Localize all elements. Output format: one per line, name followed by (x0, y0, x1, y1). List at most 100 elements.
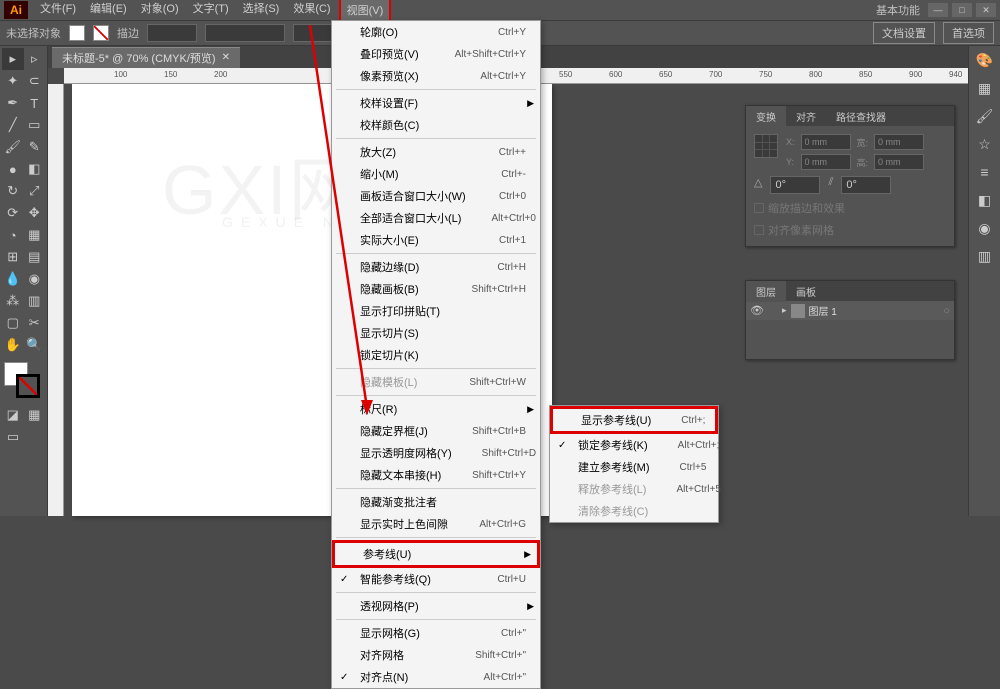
zoom-tool[interactable]: 🔍 (24, 334, 46, 356)
menu-item[interactable]: ✓对齐点(N)Alt+Ctrl+" (332, 666, 540, 688)
menu-0[interactable]: 文件(F) (34, 0, 82, 22)
menu-item[interactable]: 参考线(U)▶ (332, 540, 540, 568)
reference-point-selector[interactable] (754, 134, 778, 158)
graph-tool[interactable]: ▥ (24, 290, 46, 312)
graphic-styles-icon[interactable]: ◧ (975, 190, 995, 210)
menu-item[interactable]: 画板适合窗口大小(W)Ctrl+0 (332, 185, 540, 207)
menu-3[interactable]: 文字(T) (187, 0, 235, 22)
brushes-panel-icon[interactable]: 🖌 (975, 106, 995, 126)
menu-4[interactable]: 选择(S) (237, 0, 286, 22)
menu-item[interactable]: 隐藏渐变批注者 (332, 491, 540, 513)
line-tool[interactable]: ╱ (2, 114, 24, 136)
brush-dropdown[interactable] (205, 24, 285, 42)
menu-item[interactable]: 显示透明度网格(Y)Shift+Ctrl+D (332, 442, 540, 464)
eyedropper-tool[interactable]: 💧 (2, 268, 24, 290)
type-tool[interactable]: T (24, 92, 46, 114)
menu-item[interactable]: 隐藏画板(B)Shift+Ctrl+H (332, 278, 540, 300)
color-mode-icon[interactable]: ◪ (2, 404, 24, 426)
menu-item[interactable]: 显示网格(G)Ctrl+" (332, 622, 540, 644)
symbol-sprayer-tool[interactable]: ⁂ (2, 290, 24, 312)
direct-selection-tool[interactable]: ▹ (24, 48, 46, 70)
free-transform-tool[interactable]: ✥ (24, 202, 46, 224)
hand-tool[interactable]: ✋ (2, 334, 24, 356)
slice-tool[interactable]: ✂ (24, 312, 46, 334)
eraser-tool[interactable]: ◧ (24, 158, 46, 180)
height-input[interactable] (874, 154, 924, 170)
menu-item[interactable]: 显示切片(S) (332, 322, 540, 344)
menu-item[interactable]: ✓智能参考线(Q)Ctrl+U (332, 568, 540, 590)
width-tool[interactable]: ⟳ (2, 202, 24, 224)
transparency-panel-icon[interactable]: ▥ (975, 246, 995, 266)
artboards-tab[interactable]: 画板 (786, 281, 826, 302)
minimize-button[interactable]: — (928, 3, 948, 17)
stroke-weight-input[interactable] (147, 24, 197, 42)
pathfinder-tab[interactable]: 路径查找器 (826, 106, 896, 127)
vertical-ruler[interactable] (48, 84, 64, 516)
menu-item[interactable]: 显示打印拼贴(T) (332, 300, 540, 322)
menu-item[interactable]: 缩小(M)Ctrl+- (332, 163, 540, 185)
maximize-button[interactable]: □ (952, 3, 972, 17)
menu-item[interactable]: 对齐网格Shift+Ctrl+" (332, 644, 540, 666)
shear-input[interactable] (841, 176, 891, 194)
x-input[interactable] (801, 134, 851, 150)
gradient-tool[interactable]: ▤ (24, 246, 46, 268)
stroke-panel-icon[interactable]: ≡ (975, 162, 995, 182)
perspective-tool[interactable]: ▦ (24, 224, 46, 246)
blob-brush-tool[interactable]: ● (2, 158, 24, 180)
menu-item[interactable]: 隐藏定界框(J)Shift+Ctrl+B (332, 420, 540, 442)
visibility-icon[interactable]: 👁 (750, 304, 768, 317)
swatches-panel-icon[interactable]: ▦ (975, 78, 995, 98)
menu-item[interactable]: 标尺(R)▶ (332, 398, 540, 420)
scale-strokes-checkbox[interactable] (754, 203, 764, 213)
y-input[interactable] (801, 154, 851, 170)
menu-item[interactable]: 放大(Z)Ctrl++ (332, 141, 540, 163)
menu-6[interactable]: 视图(V) (339, 0, 392, 22)
selection-tool[interactable]: ▸ (2, 48, 24, 70)
fill-swatch[interactable] (69, 25, 85, 41)
rectangle-tool[interactable]: ▭ (24, 114, 46, 136)
shape-builder-tool[interactable]: ◔ (2, 224, 24, 246)
rotate-tool[interactable]: ↻ (2, 180, 24, 202)
menu-item[interactable]: 隐藏边缘(D)Ctrl+H (332, 256, 540, 278)
align-tab[interactable]: 对齐 (786, 106, 826, 127)
document-tab[interactable]: 未标题-5* @ 70% (CMYK/预览) ✕ (52, 47, 240, 68)
symbols-panel-icon[interactable]: ☆ (975, 134, 995, 154)
layer-row[interactable]: 👁 ▸ 图层 1 ○ (746, 301, 954, 320)
align-pixel-checkbox[interactable] (754, 225, 764, 235)
preferences-button[interactable]: 首选项 (943, 22, 994, 44)
menu-item[interactable]: 隐藏文本串接(H)Shift+Ctrl+Y (332, 464, 540, 486)
fill-stroke-indicator[interactable] (2, 360, 42, 400)
gradient-mode-icon[interactable]: ▦ (24, 404, 46, 426)
pencil-tool[interactable]: ✎ (24, 136, 46, 158)
appearance-panel-icon[interactable]: ◉ (975, 218, 995, 238)
pen-tool[interactable]: ✒ (2, 92, 24, 114)
artboard-tool[interactable]: ▢ (2, 312, 24, 334)
menu-item[interactable]: 校样颜色(C) (332, 114, 540, 136)
rotate-input[interactable] (770, 176, 820, 194)
mesh-tool[interactable]: ⊞ (2, 246, 24, 268)
close-tab-icon[interactable]: ✕ (222, 52, 230, 63)
workspace-label[interactable]: 基本功能 (876, 2, 920, 18)
menu-1[interactable]: 编辑(E) (84, 0, 133, 22)
scale-tool[interactable]: ⤢ (24, 180, 46, 202)
close-button[interactable]: ✕ (976, 3, 996, 17)
document-setup-button[interactable]: 文档设置 (873, 22, 935, 44)
menu-item[interactable]: 建立参考线(M)Ctrl+5 (550, 456, 718, 478)
magic-wand-tool[interactable]: ✦ (2, 70, 24, 92)
transform-tab[interactable]: 变换 (746, 106, 786, 127)
layers-tab[interactable]: 图层 (746, 281, 786, 302)
menu-item[interactable]: 全部适合窗口大小(L)Alt+Ctrl+0 (332, 207, 540, 229)
color-panel-icon[interactable]: 🎨 (975, 50, 995, 70)
screen-mode-icon[interactable]: ▭ (2, 426, 24, 448)
menu-item[interactable]: 叠印预览(V)Alt+Shift+Ctrl+Y (332, 43, 540, 65)
menu-item[interactable]: 轮廓(O)Ctrl+Y (332, 21, 540, 43)
lasso-tool[interactable]: ⊂ (24, 70, 46, 92)
stroke-swatch[interactable] (93, 25, 109, 41)
menu-2[interactable]: 对象(O) (135, 0, 185, 22)
menu-item[interactable]: 锁定切片(K) (332, 344, 540, 366)
menu-item[interactable]: 透视网格(P)▶ (332, 595, 540, 617)
menu-item[interactable]: 实际大小(E)Ctrl+1 (332, 229, 540, 251)
menu-5[interactable]: 效果(C) (287, 0, 336, 22)
paintbrush-tool[interactable]: 🖌 (2, 136, 24, 158)
menu-item[interactable]: 校样设置(F)▶ (332, 92, 540, 114)
